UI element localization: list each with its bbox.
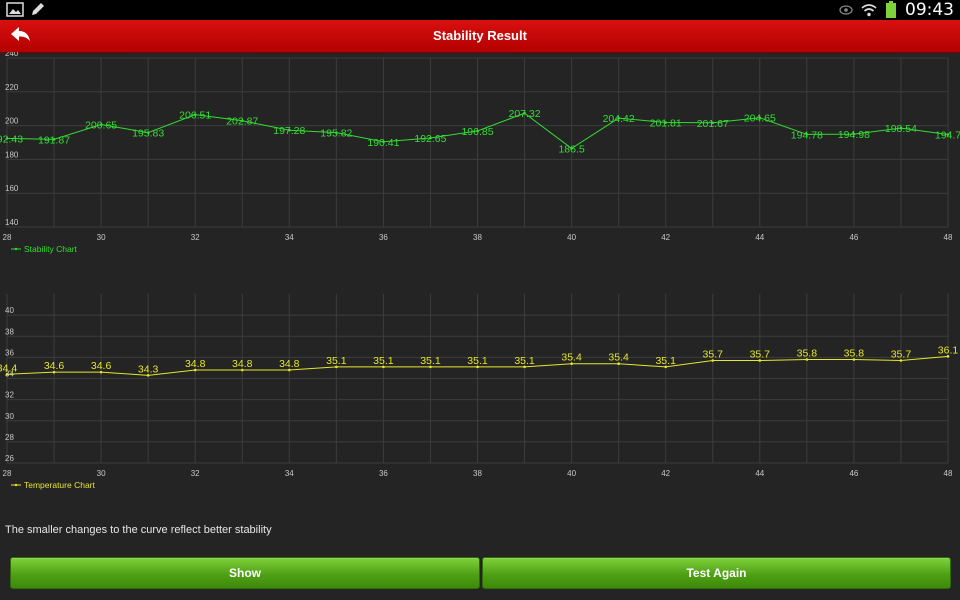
temperature-x-tick: 40	[567, 469, 576, 478]
temperature-x-tick: 42	[661, 469, 670, 478]
temperature-x-tick: 32	[191, 469, 200, 478]
temperature-x-tick: 34	[285, 469, 294, 478]
stability-data-label: 206.51	[179, 110, 211, 122]
temperature-x-tick: 28	[3, 469, 12, 478]
temperature-legend-marker	[14, 483, 18, 487]
stability-data-label: 204.65	[744, 113, 776, 125]
temperature-data-label: 35.1	[420, 355, 441, 367]
stability-data-label: 204.42	[603, 113, 635, 125]
stability-x-tick: 28	[3, 233, 12, 242]
title-bar: Stability Result	[0, 20, 960, 53]
temperature-data-label: 34.8	[232, 358, 253, 370]
stability-x-tick: 40	[567, 233, 576, 242]
eye-icon	[839, 5, 853, 15]
stability-legend: Stability Chart	[24, 244, 78, 254]
battery-icon	[886, 1, 896, 18]
temperature-y-tick: 36	[5, 348, 14, 357]
temperature-data-label: 34.8	[185, 358, 206, 370]
gallery-icon	[6, 2, 24, 17]
stability-x-tick: 36	[379, 233, 388, 242]
clock: 09:43	[905, 0, 954, 20]
stability-data-label: 201.81	[650, 118, 682, 130]
stability-legend-marker	[14, 247, 18, 251]
stability-data-label: 202.87	[226, 116, 258, 128]
stability-data-label: 194.78	[791, 129, 823, 141]
stability-x-tick: 44	[755, 233, 764, 242]
stability-data-label: 194.98	[838, 129, 870, 141]
stability-data-label: 201.67	[697, 118, 729, 130]
stability-y-tick: 160	[5, 184, 19, 193]
stability-x-tick: 32	[191, 233, 200, 242]
temperature-legend: Temperature Chart	[24, 480, 96, 490]
stability-data-label: 197.28	[273, 125, 305, 137]
temperature-x-tick: 46	[849, 469, 858, 478]
temperature-data-label: 34.3	[138, 363, 159, 375]
stability-x-tick: 48	[944, 233, 953, 242]
temperature-data-label: 36.1	[938, 344, 959, 356]
stability-data-label: 198.54	[885, 123, 917, 135]
show-button[interactable]: Show	[10, 557, 480, 589]
stability-data-label: 191.87	[38, 134, 70, 146]
temperature-x-tick: 48	[944, 469, 953, 478]
temperature-data-label: 34.8	[279, 358, 300, 370]
test-again-button[interactable]: Test Again	[482, 557, 951, 589]
temperature-data-label: 34.6	[44, 360, 65, 372]
temperature-data-label: 35.8	[797, 347, 818, 359]
temperature-data-label: 35.8	[844, 347, 865, 359]
temperature-y-tick: 40	[5, 306, 14, 315]
temperature-x-tick: 44	[755, 469, 764, 478]
stability-data-label: 200.65	[85, 120, 117, 132]
temperature-data-label: 35.7	[891, 349, 912, 361]
temperature-data-label: 34.6	[91, 360, 112, 372]
stability-chart: 140 160 180 200 220 240 28 30 32 34 36 38 40 42 44 46 48…	[0, 52, 960, 254]
stability-x-tick: 38	[473, 233, 482, 242]
temperature-data-label: 35.4	[608, 352, 629, 364]
temperature-data-label: 35.7	[703, 349, 724, 361]
stability-data-label: 192.43	[0, 133, 23, 145]
temperature-y-tick: 30	[5, 412, 14, 421]
temperature-y-tick: 26	[5, 454, 14, 463]
temperature-data-label: 35.4	[561, 352, 582, 364]
temperature-data-label: 34.4	[0, 362, 17, 374]
temperature-y-tick: 28	[5, 433, 14, 442]
stability-x-tick: 30	[97, 233, 106, 242]
temperature-data-label: 35.1	[514, 355, 535, 367]
pencil-icon	[32, 3, 44, 15]
page-title: Stability Result	[433, 28, 527, 43]
stability-hint-text: The smaller changes to the curve reflect…	[5, 524, 272, 536]
temperature-y-tick: 38	[5, 327, 14, 336]
temperature-data-label: 35.1	[655, 355, 676, 367]
temperature-data-label: 35.1	[373, 355, 394, 367]
stability-data-label: 190.41	[367, 137, 399, 149]
stability-y-tick: 200	[5, 117, 19, 126]
temperature-x-tick: 30	[97, 469, 106, 478]
stability-y-tick: 240	[5, 52, 19, 58]
stability-y-tick: 180	[5, 150, 19, 159]
temperature-y-tick: 32	[5, 391, 14, 400]
stability-y-tick: 140	[5, 218, 19, 227]
temperature-data-label: 35.1	[326, 355, 347, 367]
temperature-data-label: 35.1	[467, 355, 488, 367]
temperature-x-tick: 36	[379, 469, 388, 478]
stability-x-tick: 46	[849, 233, 858, 242]
stability-data-label: 194.7	[935, 130, 960, 142]
stability-x-tick: 34	[285, 233, 294, 242]
temperature-x-tick: 38	[473, 469, 482, 478]
stability-data-label: 186.5	[558, 143, 584, 155]
stability-data-label: 195.83	[132, 128, 164, 140]
status-bar: 09:43	[0, 0, 960, 20]
stability-data-label: 192.65	[414, 133, 446, 145]
stability-x-tick: 42	[661, 233, 670, 242]
temperature-data-label: 35.7	[750, 349, 771, 361]
wifi-icon	[861, 4, 877, 17]
temperature-chart: 2628303234363840283032343638404244464834…	[0, 294, 959, 490]
stability-data-label: 195.82	[320, 128, 352, 140]
stability-y-tick: 220	[5, 83, 19, 92]
stability-data-label: 207.32	[508, 108, 540, 120]
stability-data-label: 196.85	[461, 126, 493, 138]
